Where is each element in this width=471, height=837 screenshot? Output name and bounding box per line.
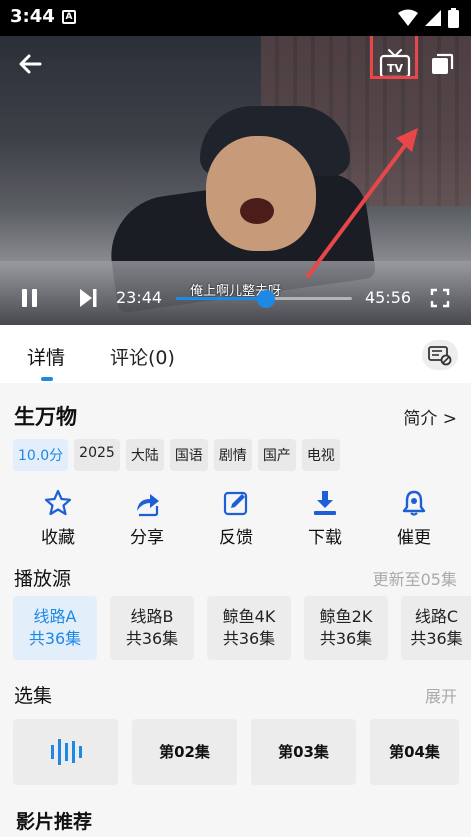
- total-time: 45:56: [365, 288, 412, 307]
- source-count: 共36集: [28, 629, 82, 648]
- episode-list: 第02集 第03集 第04集: [13, 719, 459, 785]
- battery-icon: [448, 8, 459, 28]
- next-episode-icon[interactable]: [76, 286, 100, 310]
- progress-fill: [176, 297, 266, 300]
- feedback-button[interactable]: 反馈: [201, 489, 271, 548]
- expand-episodes-link[interactable]: 展开: [425, 683, 457, 707]
- tab-comments[interactable]: 评论(0): [110, 343, 175, 370]
- source-count: 共36集: [319, 629, 373, 648]
- star-icon: [44, 489, 72, 516]
- danmaku-toggle-button[interactable]: [422, 340, 458, 370]
- notification-a-icon: A: [62, 10, 76, 24]
- playing-equalizer-icon: [50, 739, 82, 765]
- remind-update-label: 催更: [397, 528, 431, 548]
- type-tag[interactable]: 电视: [301, 439, 340, 471]
- download-icon: [314, 491, 336, 515]
- source-count: 共36集: [125, 629, 179, 648]
- episodes-title: 选集: [14, 685, 53, 707]
- download-button[interactable]: 下载: [290, 489, 360, 548]
- progress-thumb[interactable]: [256, 290, 275, 308]
- tab-detail[interactable]: 详情: [27, 343, 65, 370]
- source-item[interactable]: 线路A 共36集: [13, 596, 97, 660]
- progress-bar[interactable]: [176, 290, 352, 308]
- episode-item[interactable]: 第04集: [370, 719, 459, 785]
- status-icons: [398, 8, 459, 28]
- source-name: 鲸鱼4K: [222, 607, 276, 626]
- fullscreen-icon[interactable]: [430, 288, 450, 308]
- status-bar: 3:44 A: [0, 0, 471, 36]
- edit-icon: [223, 491, 248, 516]
- origin-tag[interactable]: 国产: [257, 439, 296, 471]
- danmaku-off-icon: [428, 346, 452, 366]
- video-frame-figure-mouth: [240, 198, 274, 224]
- annotation-arrow: [306, 128, 418, 278]
- source-name: 线路C: [414, 607, 459, 626]
- status-time: 3:44: [10, 6, 55, 27]
- share-icon: [137, 494, 159, 517]
- active-tab-indicator: [41, 377, 53, 381]
- genre-tag[interactable]: 剧情: [213, 439, 252, 471]
- detail-content: 生万物 简介 > 10.0分 2025 大陆 国语 剧情 国产 电视 收藏 分享…: [0, 383, 471, 837]
- episode-item[interactable]: 第03集: [251, 719, 356, 785]
- action-bar: 收藏 分享 反馈 下载 催更: [0, 489, 471, 555]
- region-tag[interactable]: 大陆: [125, 439, 164, 471]
- current-time: 23:44: [116, 288, 163, 307]
- language-tag[interactable]: 国语: [169, 439, 208, 471]
- feedback-label: 反馈: [219, 528, 253, 548]
- source-item[interactable]: 线路B 共36集: [110, 596, 194, 660]
- share-button[interactable]: 分享: [112, 489, 182, 548]
- tag-list: 10.0分 2025 大陆 国语 剧情 国产 电视: [13, 439, 340, 471]
- source-name: 线路B: [130, 607, 174, 626]
- download-label: 下载: [308, 528, 342, 548]
- source-name: 线路A: [33, 607, 77, 626]
- source-count: 共36集: [222, 629, 276, 648]
- picture-in-picture-icon[interactable]: [428, 50, 456, 78]
- score-tag: 10.0分: [13, 439, 69, 471]
- favorite-label: 收藏: [41, 528, 75, 548]
- detail-tabs: 详情 评论(0): [0, 325, 471, 383]
- wifi-icon: [398, 9, 418, 26]
- show-title: 生万物: [14, 405, 77, 429]
- source-list: 线路A 共36集 线路B 共36集 鲸鱼4K 共36集 鲸鱼2K 共36集 线路C 共36…: [13, 596, 471, 660]
- player-controls: 23:44 45:56: [0, 282, 471, 318]
- source-name: 鲸鱼2K: [319, 607, 373, 626]
- year-tag[interactable]: 2025: [74, 439, 120, 471]
- source-item[interactable]: 鲸鱼2K 共36集: [304, 596, 388, 660]
- recommend-title: 影片推荐: [16, 811, 93, 833]
- favorite-button[interactable]: 收藏: [23, 489, 93, 548]
- episode-item[interactable]: 第02集: [132, 719, 237, 785]
- remind-update-button[interactable]: 催更: [379, 489, 449, 548]
- source-count: 共36集: [410, 629, 463, 648]
- signal-icon: [425, 10, 441, 26]
- video-player[interactable]: TV 俺上啊儿整去呀 23:44 45:56: [0, 36, 471, 325]
- bell-icon: [402, 490, 426, 516]
- source-item[interactable]: 鲸鱼4K 共36集: [207, 596, 291, 660]
- sources-title: 播放源: [14, 568, 72, 590]
- annotation-highlight-box: [370, 36, 418, 79]
- source-item[interactable]: 线路C 共36集: [401, 596, 471, 660]
- update-note: 更新至05集: [372, 570, 457, 589]
- pause-icon[interactable]: [18, 286, 42, 310]
- share-label: 分享: [130, 528, 164, 548]
- intro-link[interactable]: 简介 >: [403, 404, 457, 429]
- back-arrow-icon[interactable]: [16, 50, 44, 78]
- episode-item-playing[interactable]: [13, 719, 118, 785]
